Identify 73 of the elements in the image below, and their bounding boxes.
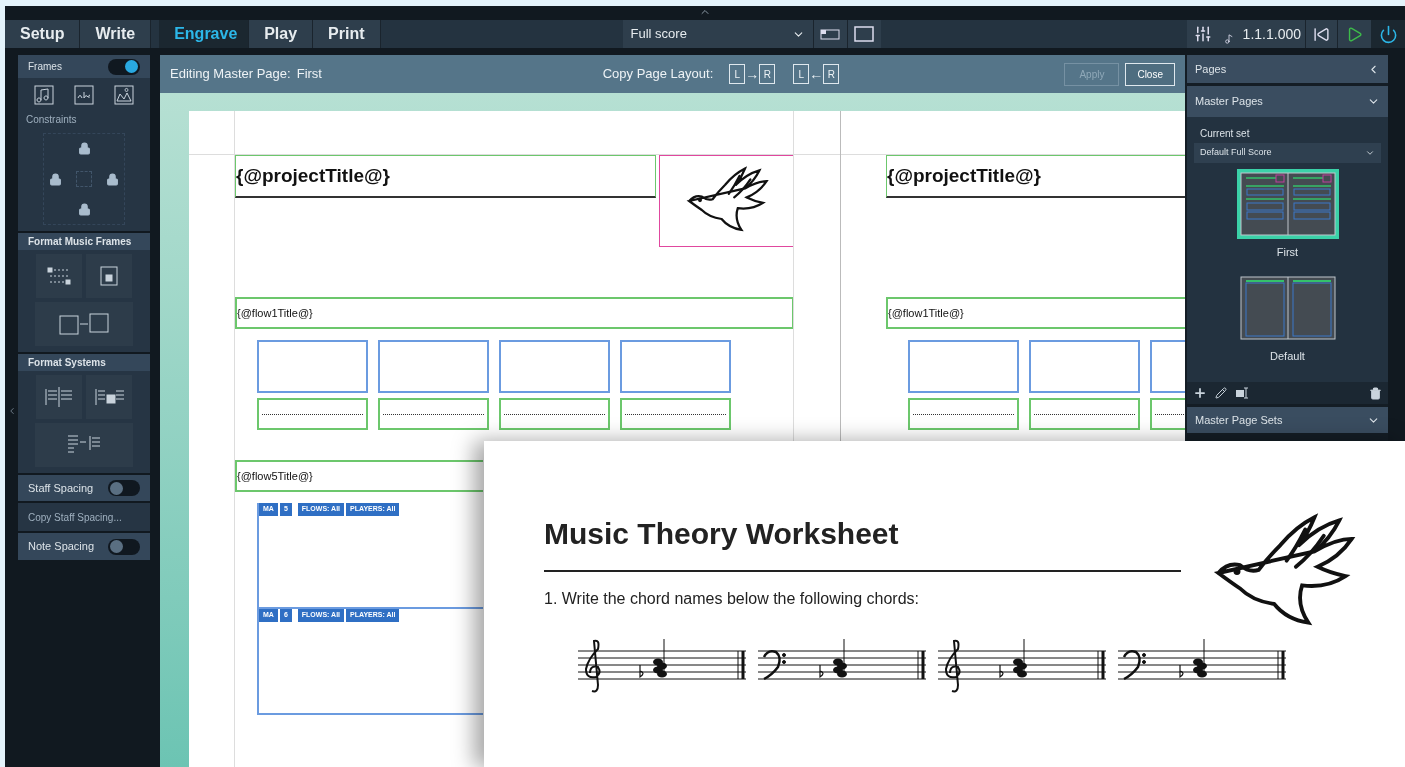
music-frame[interactable] (499, 340, 610, 393)
delete-icon[interactable] (1369, 386, 1382, 400)
section-title: Frames (28, 60, 62, 74)
copy-layout-label: Copy Page Layout: (602, 65, 714, 84)
layout-select[interactable]: Full score (622, 20, 813, 48)
mode-tab[interactable]: Setup (5, 20, 81, 48)
editing-title: Editing Master Page: (170, 65, 291, 84)
master-page-set-select[interactable]: Default Full Score (1194, 143, 1381, 163)
flow-title-frame[interactable]: {@flow1Title@} (886, 297, 1185, 329)
lock-icon[interactable] (77, 203, 91, 216)
copy-layout-button[interactable]: L → R (729, 64, 776, 84)
master-pages-header[interactable]: Master Pages (1187, 86, 1388, 117)
graphics-frame-icon[interactable] (113, 84, 135, 106)
toggle-switch[interactable] (108, 538, 140, 555)
frame-lock-icon[interactable] (86, 254, 132, 298)
copy-staff-spacing-button[interactable]: Copy Staff Spacing... (18, 503, 150, 531)
music-frame[interactable] (1029, 340, 1140, 393)
flow-title-token: {@flow1Title@} (237, 305, 313, 321)
flow-title-frame[interactable]: {@flow5Title@} (235, 460, 483, 492)
note-spacing-label: Note Spacing (28, 539, 95, 555)
edit-icon[interactable] (1215, 387, 1227, 399)
constraint-center-icon (76, 171, 92, 187)
project-title-token: {@projectTitle@} (236, 163, 390, 188)
frame-spacing-icon[interactable] (36, 254, 82, 298)
lock-icon[interactable] (77, 142, 91, 155)
rename-icon[interactable] (1235, 387, 1249, 399)
music-frame[interactable] (620, 340, 731, 393)
mode-tab[interactable]: Write (80, 20, 152, 48)
title-frame[interactable]: {@projectTitle@} (235, 155, 656, 198)
lock-icon[interactable] (49, 172, 62, 186)
music-frame-icon[interactable] (33, 84, 55, 106)
position-display: 1.1.1.000 (1238, 20, 1305, 48)
add-icon[interactable] (1193, 386, 1207, 400)
move-frame-icon[interactable] (35, 302, 133, 346)
spread-view-icon[interactable] (812, 20, 847, 48)
thumbnail-label: First (1276, 245, 1299, 260)
flow-title-frame[interactable]: {@flow1Title@} (235, 297, 794, 329)
staff-spacing-label: Staff Spacing (28, 480, 94, 496)
move-system-icon[interactable] (35, 423, 133, 467)
mixer-icon[interactable] (1186, 20, 1219, 48)
editing-page-name: First (296, 65, 323, 84)
toggle-switch[interactable] (108, 58, 140, 75)
graphic-frame[interactable] (659, 155, 794, 247)
copy-layout-button[interactable]: L ← R (793, 64, 840, 84)
project-title-token: {@projectTitle@} (887, 163, 1041, 188)
system-lock-icon[interactable] (86, 375, 132, 419)
music-frame[interactable] (257, 340, 368, 393)
page-view-icon[interactable] (846, 20, 881, 48)
flow-title-token: {@flow5Title@} (237, 468, 313, 484)
close-button[interactable]: Close (1125, 62, 1175, 86)
system-break-icon[interactable] (36, 375, 82, 419)
master-page-sets-header[interactable]: Master Page Sets (1187, 407, 1388, 433)
section-title: Format Systems (18, 354, 150, 371)
thumbnail-label: Default (1270, 348, 1305, 364)
power-icon[interactable] (1371, 20, 1405, 48)
play-icon[interactable] (1337, 20, 1371, 48)
lock-icon[interactable] (106, 172, 119, 186)
chevron-down-icon[interactable] (1365, 148, 1375, 158)
worksheet-question: 1. Write the chord names below the following chords: (544, 589, 920, 609)
rewind-icon[interactable] (1305, 20, 1337, 48)
text-frame-icon[interactable] (73, 84, 95, 106)
toggle-switch[interactable] (108, 480, 140, 496)
mode-tab[interactable]: Engrave (159, 20, 250, 48)
section-title: Format Music Frames (18, 233, 150, 250)
music-frame[interactable] (908, 340, 1019, 393)
mode-tab[interactable]: Play (249, 20, 314, 48)
constraints-label: Constraints (25, 113, 78, 127)
mode-tab[interactable]: Print (313, 20, 381, 48)
current-set-label: Current set (1199, 127, 1251, 141)
flow-title-token: {@flow1Title@} (888, 305, 964, 321)
panel-title: Pages (1195, 61, 1227, 77)
music-frame[interactable] (378, 340, 489, 393)
worksheet-title: Music Theory Worksheet (544, 511, 1181, 572)
